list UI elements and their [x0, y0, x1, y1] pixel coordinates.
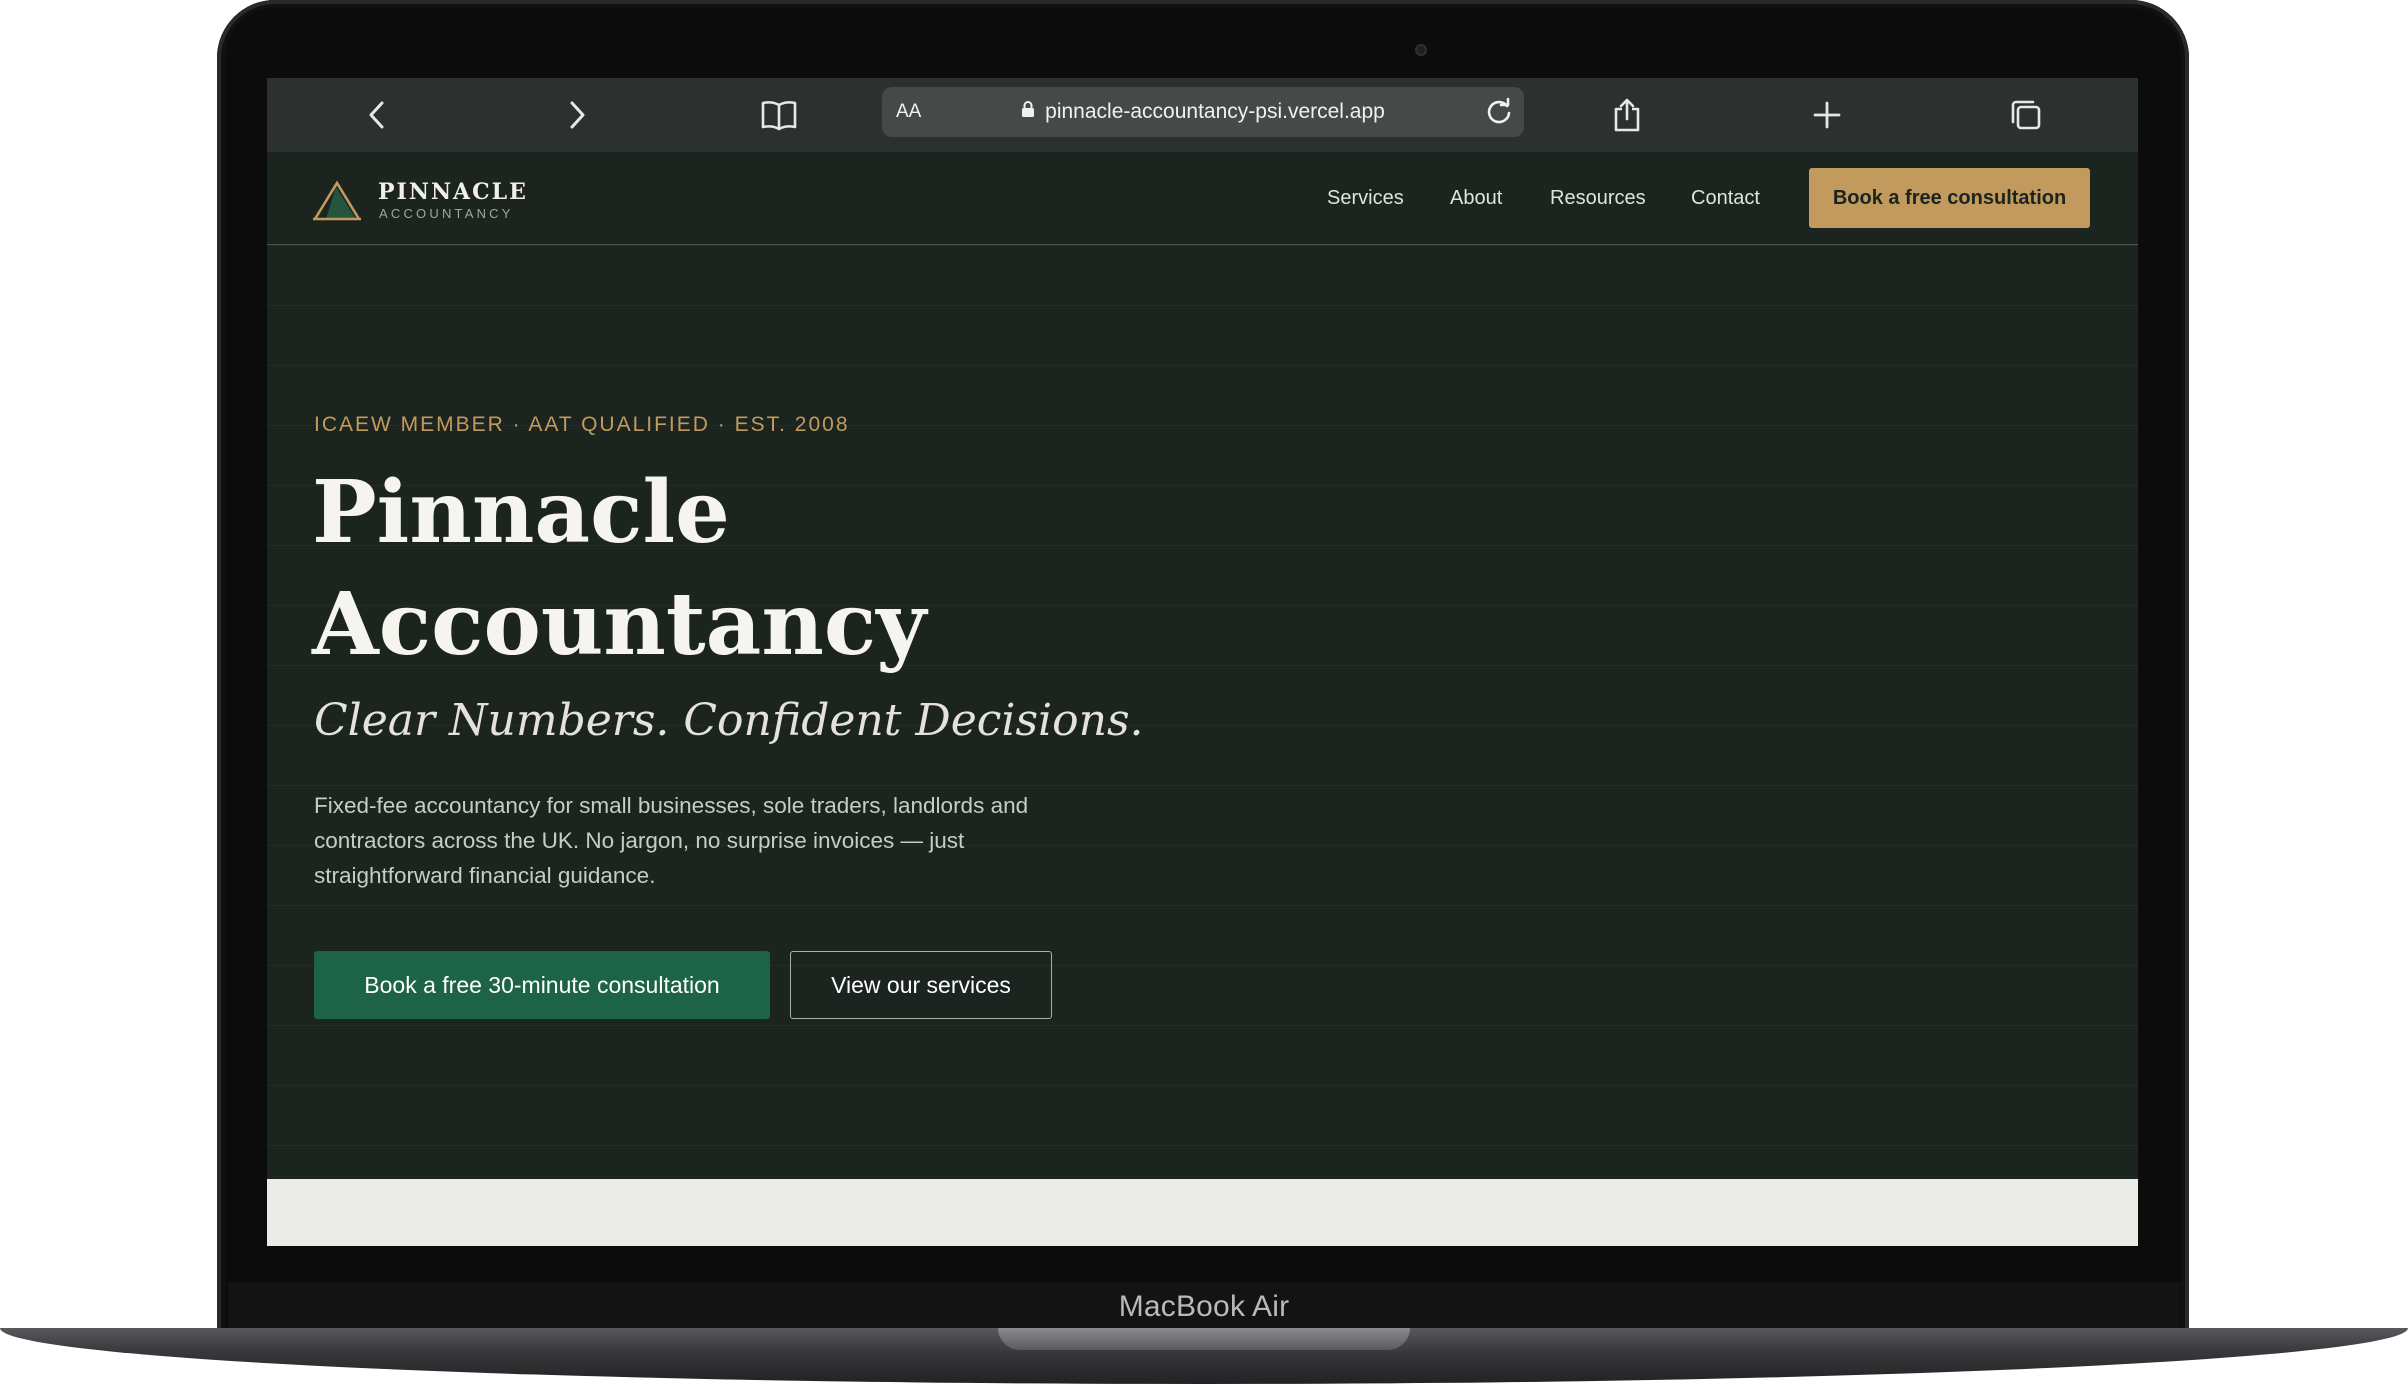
nav-services-wrap: Services: [1327, 152, 1404, 244]
site-header: PINNACLE ACCOUNTANCY Services About Reso…: [267, 152, 2138, 245]
forward-icon[interactable]: [557, 78, 597, 152]
browser-toolbar: AA pinnacle-accountancy-psi.vercel.app: [267, 78, 2138, 152]
laptop-hinge-notch: [998, 1328, 1410, 1350]
reload-icon[interactable]: [1484, 97, 1514, 132]
hero-tagline: Clear Numbers. Confident Decisions.: [314, 695, 1144, 746]
model-label: MacBook Air: [1118, 1290, 1290, 1323]
book-consultation-header-button[interactable]: Book a free consultation: [1809, 168, 2090, 228]
next-section-preview: [267, 1179, 2138, 1246]
logo-name[interactable]: PINNACLE: [378, 179, 528, 205]
hero-title-line1: Pinnacle: [312, 462, 730, 563]
nav-link-services[interactable]: Services: [1327, 187, 1404, 210]
tabs-icon[interactable]: [2006, 78, 2046, 152]
share-icon[interactable]: [1607, 78, 1647, 152]
view-services-button[interactable]: View our services: [790, 951, 1052, 1019]
camera: [1415, 44, 1427, 56]
hero-title-line2: Accountancy: [312, 574, 927, 675]
back-icon[interactable]: [357, 78, 397, 152]
nav-contact-wrap: Contact: [1691, 152, 1760, 244]
hero-section: ICAEW MEMBER · AAT QUALIFIED · EST. 2008…: [267, 245, 2138, 1179]
new-tab-icon[interactable]: [1807, 78, 1847, 152]
nav-about-wrap: About: [1450, 152, 1502, 244]
nav-link-resources[interactable]: Resources: [1550, 187, 1646, 210]
nav-link-contact[interactable]: Contact: [1691, 187, 1760, 210]
address-bar[interactable]: AA pinnacle-accountancy-psi.vercel.app: [882, 87, 1524, 137]
hero-description: Fixed-fee accountancy for small business…: [314, 793, 1029, 888]
hero-title: Pinnacle Accountancy: [312, 457, 1212, 681]
book-30-minute-consultation-button[interactable]: Book a free 30-minute consultation: [314, 951, 770, 1019]
pinnacle-logo-icon[interactable]: [312, 179, 362, 226]
hero-eyebrow: ICAEW MEMBER · AAT QUALIFIED · EST. 2008: [314, 413, 850, 436]
bookmarks-icon[interactable]: [757, 78, 801, 152]
browser-screen: AA pinnacle-accountancy-psi.vercel.app P…: [267, 78, 2138, 1246]
logo-subtitle: ACCOUNTANCY: [379, 206, 514, 221]
nav-resources-wrap: Resources: [1550, 152, 1646, 244]
url-text: pinnacle-accountancy-psi.vercel.app: [1045, 100, 1385, 123]
nav-link-about[interactable]: About: [1450, 187, 1502, 210]
lock-icon: [1021, 100, 1035, 124]
